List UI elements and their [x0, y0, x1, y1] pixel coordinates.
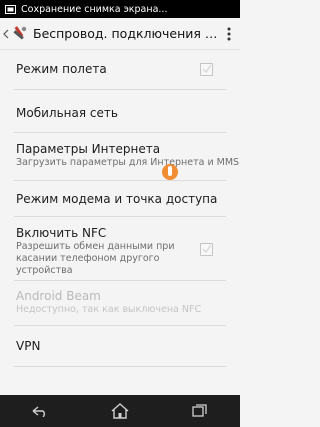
screenshot-icon — [4, 3, 16, 15]
setting-internet-params[interactable]: Параметры Интернета Загрузить параметры … — [0, 142, 240, 169]
divider — [14, 89, 226, 90]
nav-back-icon[interactable] — [20, 395, 60, 427]
back-icon[interactable] — [2, 18, 10, 50]
status-notification-text: Сохранение снимка экрана... — [21, 3, 168, 15]
divider — [14, 325, 226, 326]
setting-vpn[interactable]: VPN — [0, 339, 240, 353]
action-bar: Беспровод. подключения и... — [0, 18, 240, 50]
nav-home-icon[interactable] — [100, 395, 140, 427]
status-bar: Сохранение снимка экрана... — [0, 0, 240, 18]
setting-label: Режим модема и точка доступа — [16, 192, 218, 206]
divider — [14, 180, 226, 181]
setting-summary: Недоступно, так как выключена NFC — [16, 304, 202, 315]
nfc-checkbox[interactable] — [200, 243, 213, 256]
airplane-mode-checkbox[interactable] — [200, 63, 213, 76]
page-title: Беспровод. подключения и... — [33, 26, 222, 41]
setting-label: Мобильная сеть — [16, 106, 118, 120]
setting-mobile-network[interactable]: Мобильная сеть — [0, 106, 240, 120]
divider — [14, 216, 226, 217]
setting-label: Параметры Интернета — [16, 142, 161, 156]
setting-tethering-hotspot[interactable]: Режим модема и точка доступа — [0, 192, 240, 206]
nav-recent-apps-icon[interactable] — [180, 395, 220, 427]
setting-summary: Разрешить обмен данными при касании теле… — [16, 241, 175, 276]
touch-indicator-icon — [162, 164, 178, 180]
divider — [14, 366, 226, 367]
setting-android-beam: Android Beam Недоступно, так как выключе… — [0, 289, 240, 316]
settings-tools-icon[interactable] — [11, 25, 29, 43]
divider — [14, 280, 226, 281]
setting-summary: Загрузить параметры для Интернета и MMS — [16, 157, 240, 168]
navigation-bar — [0, 395, 240, 427]
setting-label: Включить NFC — [16, 226, 107, 240]
divider — [14, 132, 226, 133]
setting-label: VPN — [16, 339, 41, 353]
overflow-menu-icon[interactable] — [222, 18, 236, 50]
setting-label: Android Beam — [16, 289, 101, 303]
